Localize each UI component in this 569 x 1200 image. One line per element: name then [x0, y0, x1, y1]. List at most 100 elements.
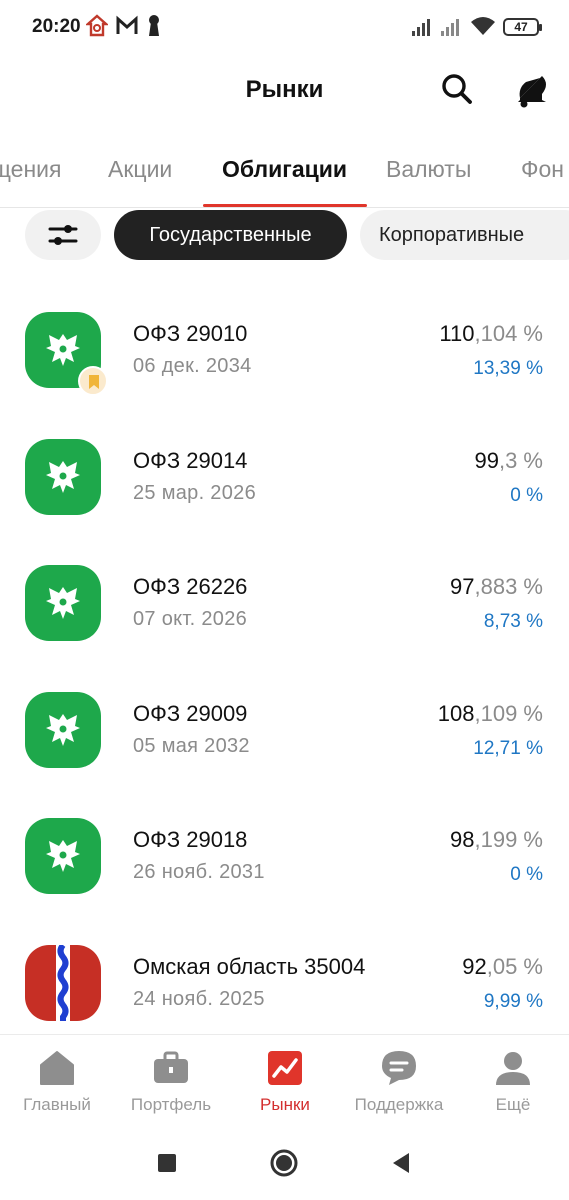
price-fraction: ,883 % [474, 574, 544, 599]
mail-notification-icon [116, 15, 138, 34]
bond-row[interactable]: ОФЗ 29018 26 нояб. 2031 98,199 % 0 % [0, 806, 569, 916]
coat-of-arms-logo [25, 818, 101, 894]
bond-list: ОФЗ 29010 06 дек. 2034 110,104 % 13,39 %… [0, 300, 569, 1032]
chart-trend-icon [268, 1051, 302, 1085]
bond-price: 108,109 % [438, 701, 543, 727]
coat-of-arms-logo [25, 439, 101, 515]
tab-funds[interactable]: Фон [521, 156, 564, 183]
nav-label: Портфель [130, 1095, 212, 1114]
nav-more[interactable]: Ещё [456, 1035, 569, 1127]
page-title: Рынки [245, 76, 324, 103]
bond-yield: 9,99 % [483, 991, 543, 1012]
bond-row[interactable]: Омская область 35004 24 нояб. 2025 92,05… [0, 933, 569, 1032]
search-icon[interactable] [436, 68, 478, 110]
bond-maturity-date: 25 мар. 2026 [133, 482, 257, 504]
bond-price: 98,199 % [450, 827, 543, 853]
bond-yield: 0 % [510, 864, 543, 885]
wifi-icon [471, 17, 495, 35]
price-integer: 108 [437, 701, 475, 726]
bond-maturity-date: 05 мая 2032 [133, 735, 250, 757]
bond-name: ОФЗ 29018 [133, 827, 248, 852]
coat-of-arms-logo [25, 565, 101, 641]
nav-support[interactable]: Поддержка [342, 1035, 456, 1127]
bottom-navigation: Главный Портфель Рынки Поддержка Ещё [0, 1034, 569, 1126]
price-integer: 97 [450, 574, 475, 599]
double-eagle-icon [46, 587, 80, 619]
bond-maturity-date: 26 нояб. 2031 [133, 861, 265, 883]
bond-maturity-date: 24 нояб. 2025 [133, 988, 265, 1010]
double-eagle-icon [46, 461, 80, 493]
chip-corporate[interactable]: Корпоративные [360, 210, 569, 260]
bond-price: 99,3 % [474, 448, 543, 474]
double-eagle-icon [46, 714, 80, 746]
bond-name: ОФЗ 29010 [133, 321, 248, 346]
price-integer: 92 [462, 954, 487, 979]
bond-row[interactable]: ОФЗ 26226 07 окт. 2026 97,883 % 8,73 % [0, 553, 569, 663]
price-integer: 99 [474, 448, 499, 473]
battery-icon: 47 [503, 18, 542, 36]
price-fraction: ,109 % [474, 701, 544, 726]
keyhole-notification-icon [149, 15, 159, 36]
price-integer: 110 [439, 321, 475, 346]
bond-price: 110,104 % [439, 321, 543, 347]
bond-price: 97,883 % [450, 574, 543, 600]
price-fraction: ,199 % [474, 827, 544, 852]
tab-notifications[interactable]: щения [0, 156, 61, 183]
nav-label: Ещё [495, 1095, 531, 1114]
bond-maturity-date: 07 окт. 2026 [133, 608, 248, 630]
omsk-flag-logo [25, 945, 101, 1021]
header: Рынки [0, 56, 569, 126]
bond-yield: 12,71 % [473, 738, 543, 759]
price-fraction: ,104 % [474, 321, 544, 346]
filter-button[interactable] [25, 210, 101, 260]
omsk-flag-icon [56, 945, 70, 1021]
price-fraction: ,3 % [498, 448, 543, 473]
bond-name: Омская область 35004 [133, 954, 366, 979]
bond-price: 92,05 % [462, 954, 543, 980]
tab-stocks[interactable]: Акции [108, 156, 172, 183]
bond-row[interactable]: ОФЗ 29010 06 дек. 2034 110,104 % 13,39 % [0, 300, 569, 410]
nav-label: Рынки [260, 1095, 310, 1114]
signal-icon [412, 19, 430, 36]
bond-name: ОФЗ 29014 [133, 448, 248, 473]
double-eagle-icon [46, 334, 80, 366]
tab-currencies[interactable]: Валюты [386, 156, 471, 183]
chat-bubble-icon [382, 1051, 416, 1085]
signal-icon-2 [441, 19, 459, 36]
double-eagle-icon [46, 840, 80, 872]
active-tab-indicator [203, 204, 367, 207]
status-bar: 20:20 47 [0, 0, 569, 56]
nav-markets[interactable]: Рынки [228, 1035, 342, 1127]
chip-government[interactable]: Государственные [114, 210, 347, 260]
category-tabs: щения Акции Облигации Валюты Фон [0, 138, 569, 208]
user-icon [496, 1052, 530, 1085]
bell-icon[interactable] [510, 68, 552, 110]
bond-name: ОФЗ 29009 [133, 701, 248, 726]
price-integer: 98 [450, 827, 475, 852]
recent-apps-icon[interactable] [156, 1148, 178, 1178]
briefcase-icon [154, 1051, 188, 1083]
home-button-icon[interactable] [268, 1148, 300, 1178]
home-icon [40, 1051, 74, 1085]
bond-maturity-date: 06 дек. 2034 [133, 355, 252, 377]
system-navigation-bar [0, 1126, 569, 1200]
bond-yield: 8,73 % [483, 611, 543, 632]
nav-label: Поддержка [354, 1095, 444, 1114]
bond-yield: 13,39 % [473, 358, 543, 379]
nav-portfolio[interactable]: Портфель [114, 1035, 228, 1127]
bond-yield: 0 % [510, 485, 543, 506]
bond-row[interactable]: ОФЗ 29014 25 мар. 2026 99,3 % 0 % [0, 427, 569, 537]
nav-label: Главный [23, 1095, 91, 1114]
tab-bonds[interactable]: Облигации [222, 156, 347, 183]
bond-row[interactable]: ОФЗ 29009 05 мая 2032 108,109 % 12,71 % [0, 680, 569, 790]
bond-type-filters: Государственные Корпоративные [0, 210, 569, 262]
back-icon[interactable] [390, 1148, 412, 1178]
sliders-icon [48, 225, 78, 245]
status-time: 20:20 [32, 16, 81, 37]
nav-home[interactable]: Главный [0, 1035, 114, 1127]
app-notification-icon [86, 14, 108, 37]
bookmark-icon [89, 375, 99, 389]
bond-name: ОФЗ 26226 [133, 574, 248, 599]
coat-of-arms-logo [25, 692, 101, 768]
price-fraction: ,05 % [486, 954, 543, 979]
